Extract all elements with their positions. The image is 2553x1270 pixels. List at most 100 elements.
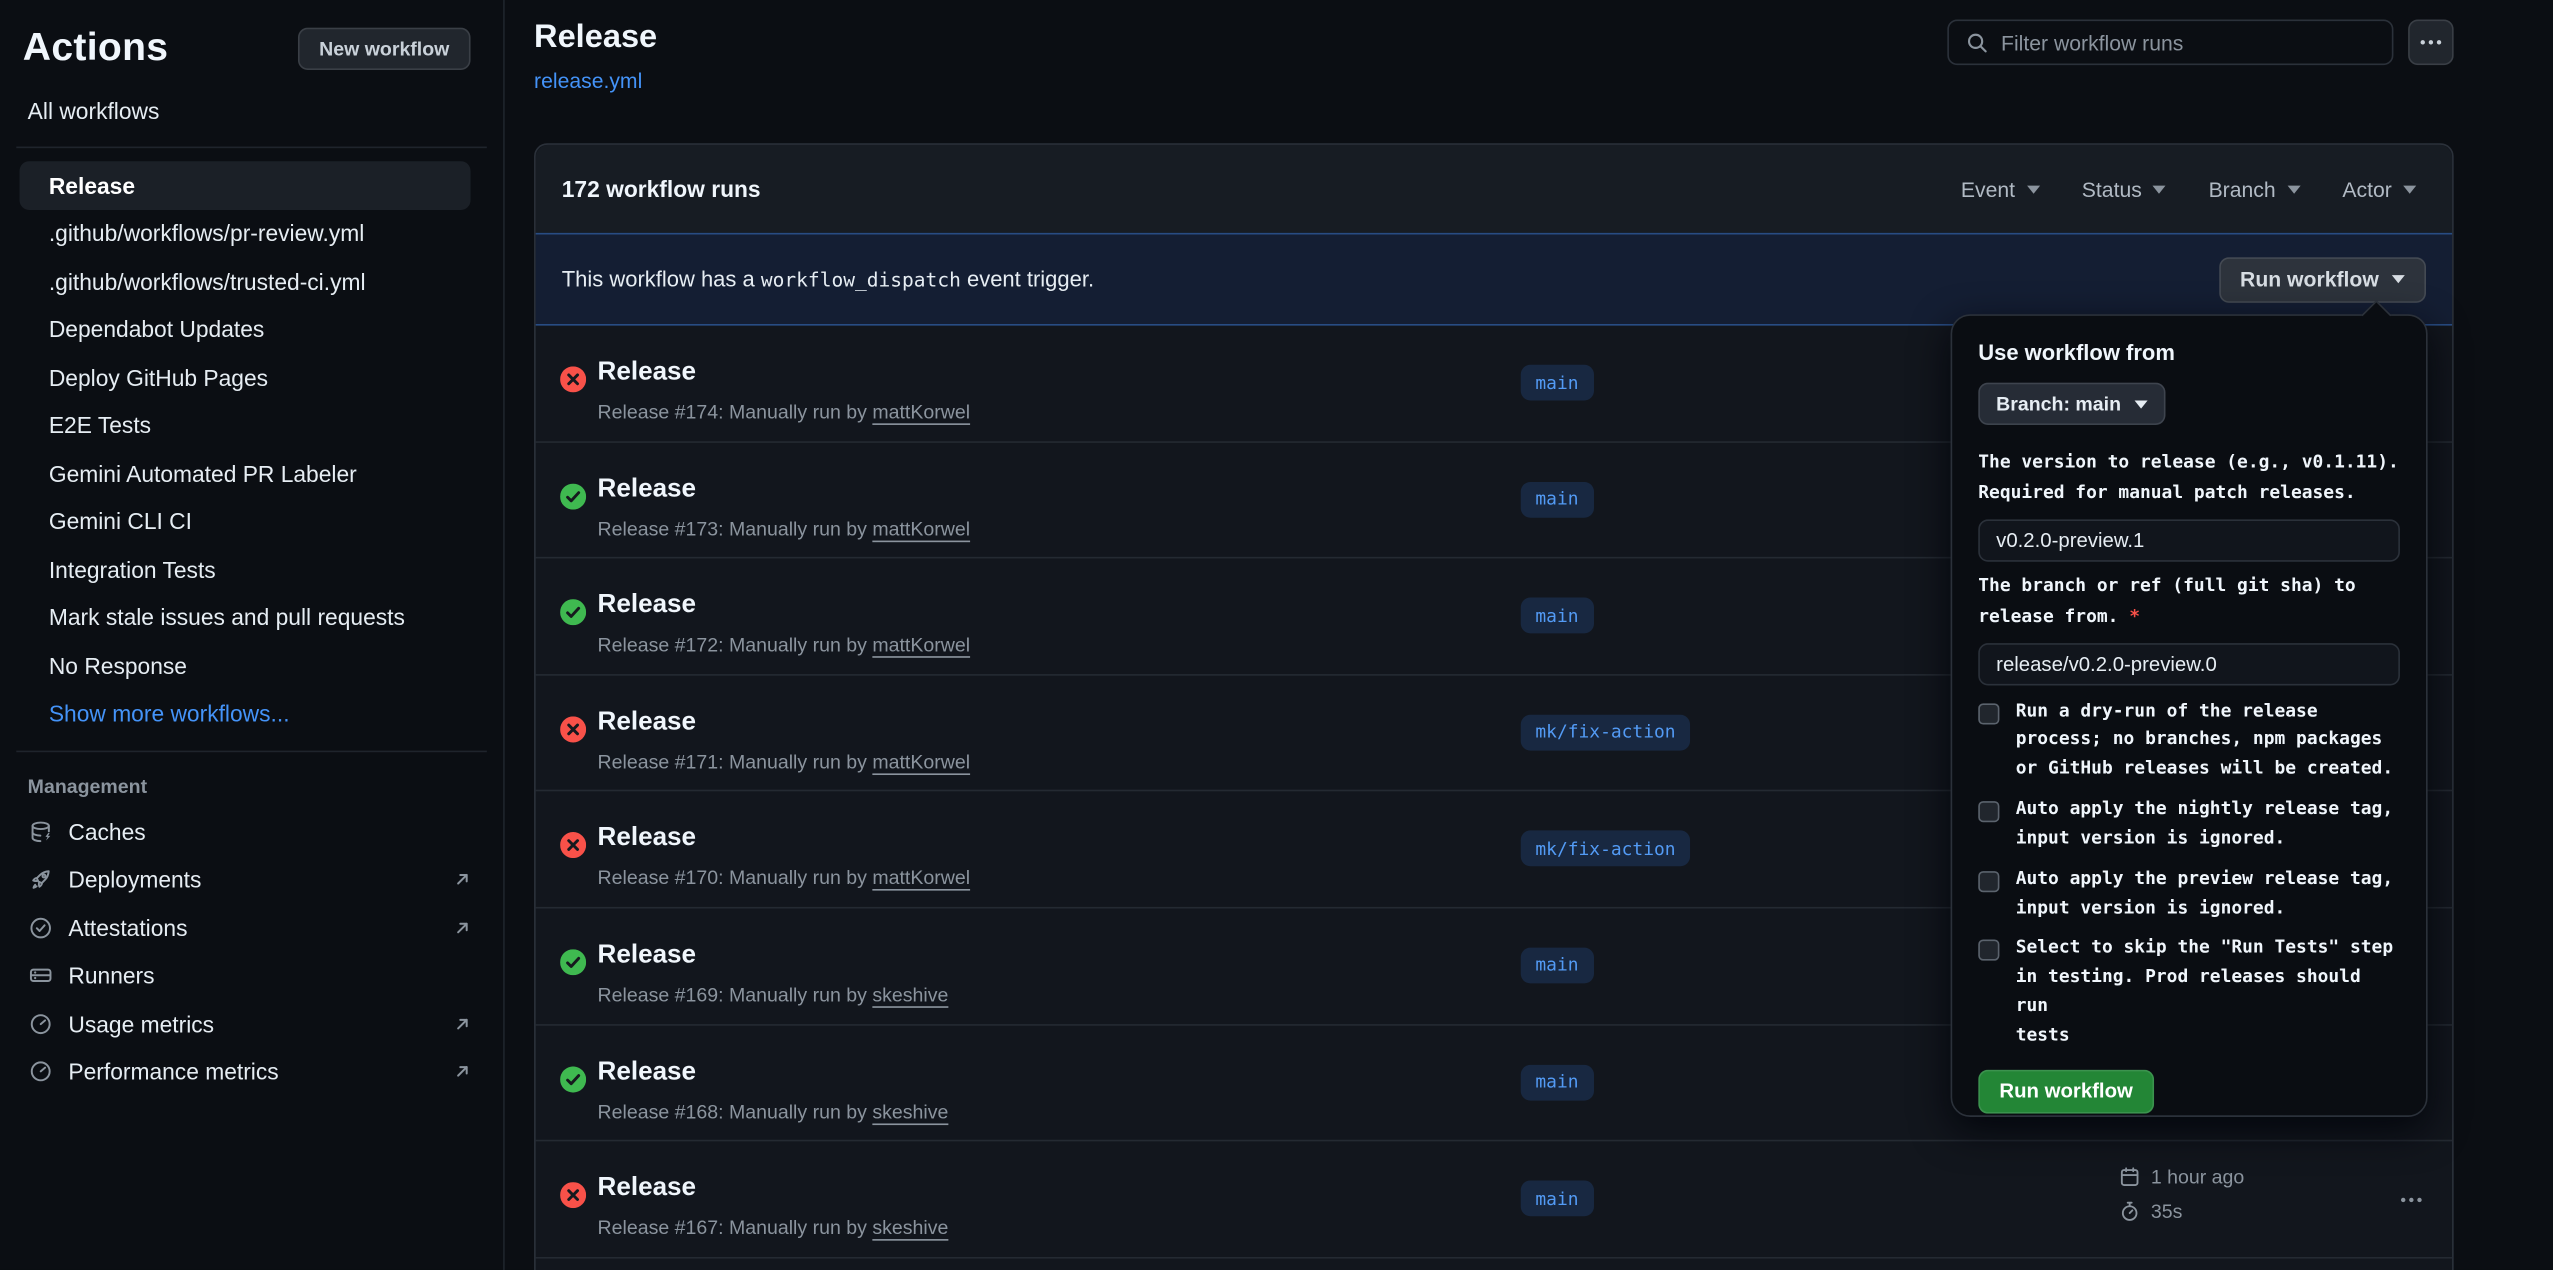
checkbox-row: Run a dry-run of the release process; no…	[1978, 696, 2400, 783]
sidebar-workflow-item[interactable]: .github/workflows/pr-review.yml	[20, 209, 471, 257]
branch-pill[interactable]: mk/fix-action	[1521, 831, 1690, 867]
field-input[interactable]	[1978, 643, 2400, 685]
branch-pill[interactable]: main	[1521, 1064, 1593, 1100]
workflow-run-row[interactable]: Release Release #167: Manually run by sk…	[536, 1142, 2452, 1259]
run-actor-link[interactable]: mattKorwel	[872, 867, 970, 890]
sidebar-workflow-item[interactable]: .github/workflows/trusted-ci.yml	[20, 257, 471, 305]
failed-status-icon	[560, 366, 586, 392]
run-options-button[interactable]	[2389, 1184, 2435, 1217]
workflow-file-link[interactable]: release.yml	[534, 68, 642, 92]
failed-status-icon	[560, 1182, 586, 1208]
success-status-icon	[560, 599, 586, 625]
checkbox[interactable]	[1978, 871, 1999, 892]
chevron-down-icon	[2134, 400, 2147, 408]
management-item-label: Runners	[68, 963, 154, 989]
management-item[interactable]: Attestations	[0, 904, 503, 952]
field-input[interactable]	[1978, 519, 2400, 561]
run-actor-link[interactable]: skeshive	[872, 1100, 948, 1123]
checkbox[interactable]	[1978, 940, 1999, 961]
run-title-link[interactable]: Release	[598, 824, 697, 853]
checkbox-row: Select to skip the "Run Tests" step in t…	[1978, 933, 2400, 1049]
runs-filter-dropdown[interactable]: Branch	[2199, 170, 2310, 207]
run-title-link[interactable]: Release	[598, 475, 697, 504]
workflow-item-label: Dependabot Updates	[49, 316, 264, 342]
sidebar-workflow-item[interactable]: No Response	[20, 642, 471, 690]
checkbox[interactable]	[1978, 801, 1999, 822]
run-title-link[interactable]: Release	[598, 941, 697, 970]
branch-pill[interactable]: main	[1521, 598, 1593, 634]
kebab-horizontal-icon	[2398, 1187, 2424, 1213]
checkbox-row: Auto apply the nightly release tag, inpu…	[1978, 795, 2400, 853]
sidebar-workflow-item[interactable]: Show more workflows...	[20, 690, 471, 738]
runs-count: 172 workflow runs	[562, 176, 761, 202]
management-item-label: Attestations	[68, 915, 187, 941]
branch-pill[interactable]: main	[1521, 1181, 1593, 1217]
checkbox-row: Auto apply the preview release tag, inpu…	[1978, 864, 2400, 922]
panel-field: The branch or ref (full git sha) to rele…	[1978, 571, 2400, 685]
run-workflow-dropdown-button[interactable]: Run workflow	[2219, 256, 2426, 302]
sidebar-workflow-item[interactable]: Dependabot Updates	[20, 305, 471, 353]
run-actor-link[interactable]: mattKorwel	[872, 634, 970, 657]
sidebar-workflow-item[interactable]: Gemini CLI CI	[20, 497, 471, 545]
management-item[interactable]: Performance metrics	[0, 1048, 503, 1096]
management-item[interactable]: Deployments	[0, 856, 503, 904]
branch-pill[interactable]: main	[1521, 481, 1593, 517]
workflow-item-label: No Response	[49, 652, 187, 678]
sidebar-workflow-item[interactable]: Integration Tests	[20, 545, 471, 593]
run-title-link[interactable]: Release	[598, 1058, 697, 1087]
run-description-text: Release #167: Manually run by	[598, 1217, 867, 1240]
branch-selector-label: Branch: main	[1996, 392, 2121, 415]
workflow-item-label: Mark stale issues and pull requests	[49, 604, 405, 630]
workflow-item-label: .github/workflows/pr-review.yml	[49, 220, 364, 246]
workflow-item-label: E2E Tests	[49, 412, 151, 438]
sidebar-workflow-item[interactable]: Gemini Automated PR Labeler	[20, 449, 471, 497]
sidebar-workflow-item[interactable]: Mark stale issues and pull requests	[20, 593, 471, 641]
new-workflow-button[interactable]: New workflow	[298, 28, 471, 70]
stopwatch-icon	[2118, 1199, 2141, 1222]
branch-pill[interactable]: main	[1521, 365, 1593, 401]
branch-pill[interactable]: mk/fix-action	[1521, 714, 1690, 750]
run-workflow-submit-button[interactable]: Run workflow	[1978, 1069, 2154, 1113]
run-actor-link[interactable]: mattKorwel	[872, 517, 970, 540]
panel-heading: Use workflow from	[1978, 340, 2400, 364]
run-title-link[interactable]: Release	[598, 708, 697, 737]
runs-filter-dropdown[interactable]: Status	[2072, 170, 2176, 207]
actions-sidebar: Actions New workflow All workflows Relea…	[0, 0, 505, 1270]
run-actor-link[interactable]: skeshive	[872, 983, 948, 1006]
checkbox-label: Auto apply the nightly release tag, inpu…	[2016, 795, 2393, 853]
run-actor-link[interactable]: skeshive	[872, 1217, 948, 1240]
all-workflows-link[interactable]: All workflows	[0, 91, 503, 146]
page-options-button[interactable]	[2408, 20, 2454, 66]
success-status-icon	[560, 949, 586, 975]
management-item-label: Usage metrics	[68, 1011, 214, 1037]
management-item[interactable]: Caches	[0, 808, 503, 856]
filter-workflow-runs-input[interactable]	[2001, 30, 2375, 54]
branch-pill[interactable]: main	[1521, 948, 1593, 984]
management-item[interactable]: Runners	[0, 952, 503, 1000]
run-description: Release #174: Manually run by mattKorwel	[598, 401, 971, 424]
sidebar-workflow-item[interactable]: E2E Tests	[20, 401, 471, 449]
run-title-link[interactable]: Release	[598, 591, 697, 620]
run-title-link[interactable]: Release	[598, 1174, 697, 1203]
verified-icon	[28, 915, 54, 941]
run-actor-link[interactable]: mattKorwel	[872, 401, 970, 424]
run-description-text: Release #172: Manually run by	[598, 634, 867, 657]
field-label: The version to release (e.g., v0.1.11). …	[1978, 448, 2400, 510]
sidebar-workflow-item[interactable]: Deploy GitHub Pages	[20, 353, 471, 401]
field-label-text: The version to release (e.g., v0.1.11). …	[1978, 451, 2399, 503]
runs-filter-dropdown[interactable]: Actor	[2333, 170, 2426, 207]
kebab-horizontal-icon	[2418, 29, 2444, 55]
field-label-text: The branch or ref (full git sha) to rele…	[1978, 574, 2355, 626]
filter-workflow-runs-box	[1947, 20, 2393, 66]
branch-selector-button[interactable]: Branch: main	[1978, 383, 2165, 425]
panel-fields: The version to release (e.g., v0.1.11). …	[1978, 448, 2400, 685]
runs-filter-dropdown[interactable]: Event	[1951, 170, 2049, 207]
run-actor-link[interactable]: mattKorwel	[872, 750, 970, 773]
management-item[interactable]: Usage metrics	[0, 1000, 503, 1048]
sidebar-title: Actions	[23, 26, 169, 72]
checkbox[interactable]	[1978, 703, 1999, 724]
runs-list-header: 172 workflow runs Event Status Branch	[536, 145, 2452, 233]
management-item-label: Deployments	[68, 867, 201, 893]
run-title-link[interactable]: Release	[598, 358, 697, 387]
sidebar-workflow-item[interactable]: Release	[20, 161, 471, 209]
